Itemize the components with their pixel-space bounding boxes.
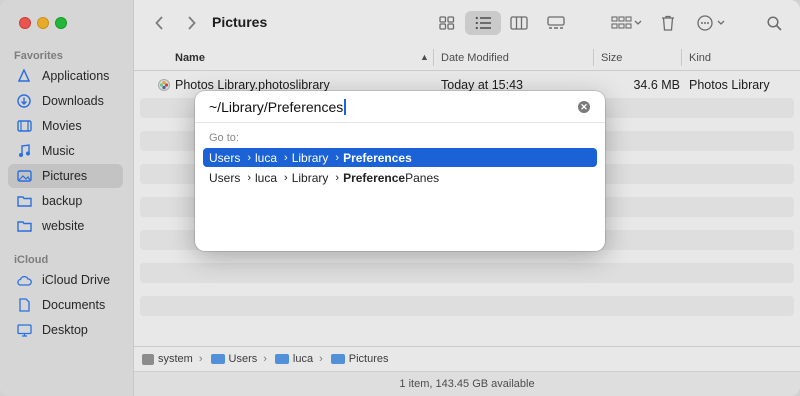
suggestion-item[interactable]: Users › luca › Library › Preferences [203,148,597,167]
clear-input-button[interactable]: ✕ [578,101,590,113]
go-to-folder-dialog: ~/Library/Preferences ✕ Go to: Users › lu… [195,91,605,251]
path-input-value[interactable]: ~/Library/Preferences [209,99,346,115]
text-caret [344,99,346,115]
suggestion-item[interactable]: Users › luca › Library › Preference Panes [203,168,597,187]
path-input[interactable]: ~/Library/Preferences ✕ [195,91,605,123]
goto-label: Go to: [209,132,239,144]
